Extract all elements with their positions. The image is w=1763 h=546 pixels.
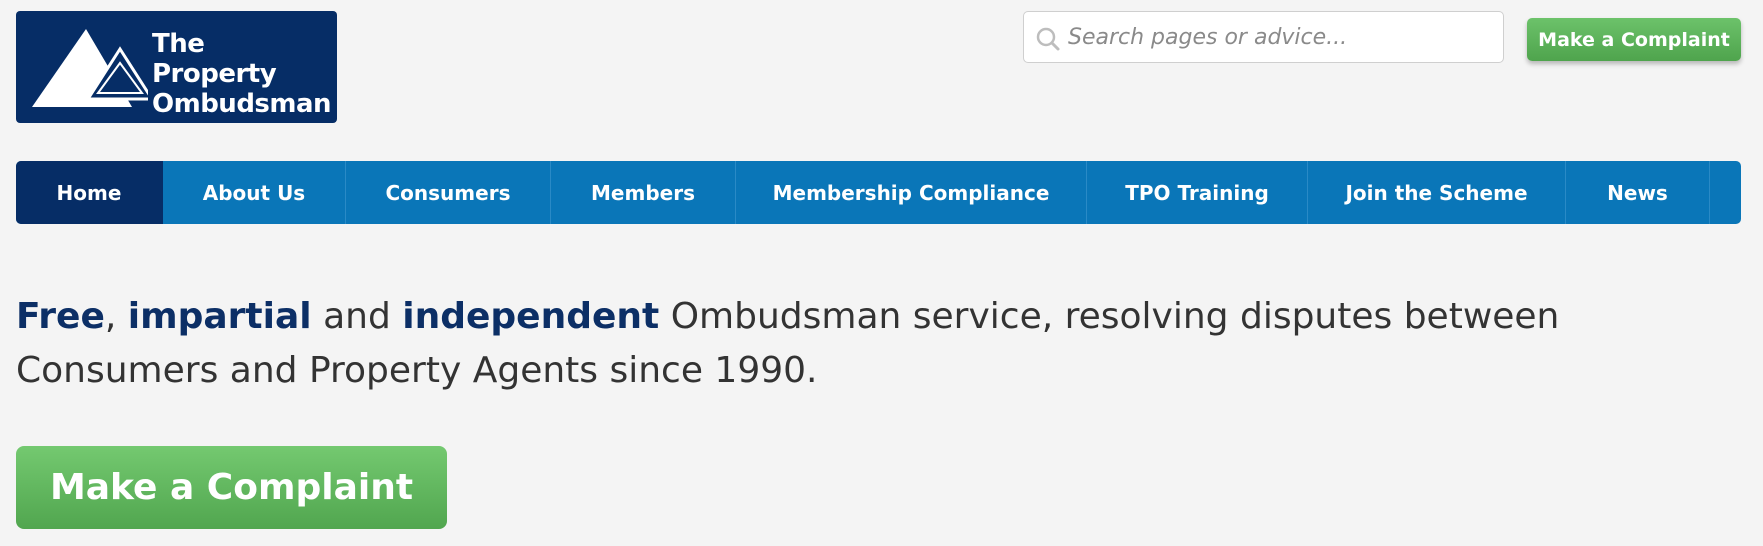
intro-free: Free	[16, 296, 105, 337]
nav-item-news[interactable]: News	[1566, 161, 1710, 224]
search-box[interactable]	[1023, 11, 1504, 63]
search-input[interactable]	[1068, 12, 1493, 62]
site-logo[interactable]: The Property Ombudsman	[16, 11, 337, 123]
nav-item-home[interactable]: Home	[16, 161, 163, 224]
logo-wordmark: The Property Ombudsman	[152, 29, 337, 119]
logo-line-2: Ombudsman	[152, 89, 332, 119]
page: The Property Ombudsman Make a Complaint …	[0, 0, 1763, 546]
main-nav: Home About Us Consumers Members Membersh…	[16, 161, 1741, 224]
header-complaint-button[interactable]: Make a Complaint	[1527, 18, 1741, 61]
intro-and: and	[311, 296, 403, 337]
nav-item-join-the-scheme[interactable]: Join the Scheme	[1308, 161, 1566, 224]
nav-item-about-us[interactable]: About Us	[163, 161, 346, 224]
intro-comma: ,	[104, 296, 128, 337]
triangle-logo-icon	[32, 29, 148, 107]
search-icon[interactable]	[1035, 26, 1061, 52]
nav-item-consumers[interactable]: Consumers	[346, 161, 551, 224]
nav-item-members[interactable]: Members	[551, 161, 736, 224]
logo-line-1: The Property	[152, 29, 277, 89]
intro-text: Free, impartial and independent Ombudsma…	[16, 290, 1741, 398]
intro-impartial: impartial	[127, 296, 312, 337]
main-complaint-button[interactable]: Make a Complaint	[16, 446, 447, 529]
nav-item-membership-compliance[interactable]: Membership Compliance	[736, 161, 1087, 224]
intro-independent: independent	[402, 296, 660, 337]
nav-item-tpo-training[interactable]: TPO Training	[1087, 161, 1308, 224]
